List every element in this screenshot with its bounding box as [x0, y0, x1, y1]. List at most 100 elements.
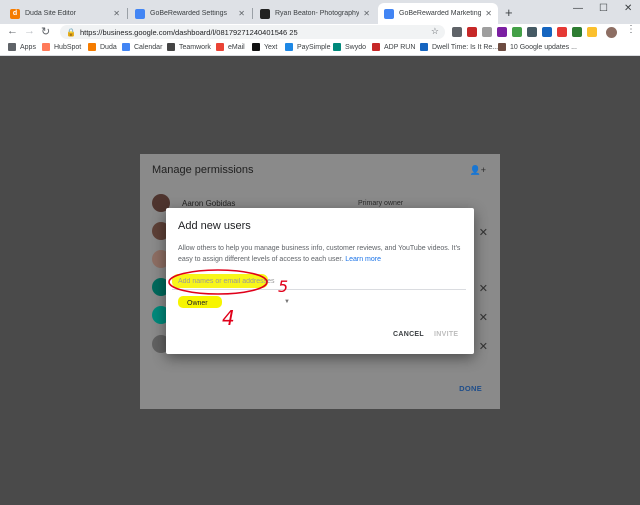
- bookmark-dwell-time[interactable]: Dwell Time: Is It Re...: [420, 43, 498, 51]
- bookmark-label: 10 Google updates ...: [510, 43, 577, 51]
- bookmark-adp-run[interactable]: ADP RUN: [372, 43, 415, 51]
- bookmark-email[interactable]: eMail: [216, 43, 245, 51]
- hubspot-icon: [42, 43, 50, 51]
- teamwork-icon: [167, 43, 175, 51]
- bookmark-label: ADP RUN: [384, 43, 416, 51]
- bookmark-label: Calendar: [134, 43, 163, 51]
- add-new-users-dialog: Add new users Allow others to help you m…: [166, 208, 474, 354]
- tab-photography[interactable]: Ryan Beaton- Photography - Tai ✕: [254, 3, 376, 24]
- close-icon[interactable]: ✕: [113, 9, 120, 18]
- duda-icon: d: [10, 8, 20, 19]
- tab-divider: [127, 8, 128, 19]
- extension-icon[interactable]: [497, 27, 507, 37]
- extension-icon[interactable]: [512, 27, 522, 37]
- bookmark-hubspot[interactable]: HubSpot: [42, 43, 81, 51]
- tab-title: GoBeRewarded Settings: [150, 10, 228, 17]
- close-icon[interactable]: ✕: [238, 9, 245, 18]
- back-icon[interactable]: ←: [7, 25, 18, 37]
- bookmark-apps[interactable]: Apps: [8, 43, 36, 51]
- role-value: Owner: [187, 299, 208, 307]
- invite-button[interactable]: INVITE: [434, 331, 458, 338]
- paysimple-icon: [285, 43, 293, 51]
- menu-icon[interactable]: ⋮: [626, 24, 636, 35]
- close-icon[interactable]: ✕: [485, 9, 492, 18]
- remove-user-icon[interactable]: ✕: [479, 282, 488, 295]
- bookmark-star-icon[interactable]: ☆: [431, 26, 439, 37]
- close-icon[interactable]: ✕: [363, 9, 370, 18]
- cancel-button[interactable]: CANCEL: [393, 331, 424, 338]
- calendar-icon: [122, 43, 130, 51]
- article-icon: [420, 43, 428, 51]
- add-person-icon[interactable]: 👤+: [470, 165, 486, 176]
- bookmark-label: eMail: [228, 43, 245, 51]
- bookmark-label: PaySimple: [297, 43, 331, 51]
- adp-icon: [372, 43, 380, 51]
- bookmark-paysimple[interactable]: PaySimple: [285, 43, 330, 51]
- bookmark-label: HubSpot: [54, 43, 82, 51]
- swydo-icon: [333, 43, 341, 51]
- duda-icon: [88, 43, 96, 51]
- yext-icon: [252, 43, 260, 51]
- names-email-input[interactable]: [172, 274, 466, 290]
- role-select[interactable]: Owner ▼: [178, 296, 290, 310]
- extension-icon[interactable]: [587, 27, 597, 37]
- bookmarks-bar: Apps HubSpot Duda Calendar Teamwork eMai…: [0, 40, 640, 56]
- photography-icon: [260, 8, 270, 19]
- extension-icon[interactable]: [527, 27, 537, 37]
- bookmark-label: Swydo: [345, 43, 367, 51]
- chevron-down-icon: ▼: [284, 299, 290, 305]
- extension-icon[interactable]: [572, 27, 582, 37]
- tab-title: Ryan Beaton- Photography - Tai: [275, 10, 360, 17]
- bookmark-teamwork[interactable]: Teamwork: [167, 43, 211, 51]
- bookmark-label: Dwell Time: Is It Re...: [432, 43, 499, 51]
- bookmark-yext[interactable]: Yext: [252, 43, 277, 51]
- browser-toolbar: ← → ↻ 🔒 https://business.google.com/dash…: [0, 24, 640, 40]
- learn-more-link[interactable]: Learn more: [345, 256, 381, 263]
- forward-icon[interactable]: →: [24, 25, 35, 37]
- page-backdrop: Manage permissions 👤+ Aaron Gobidas Prim…: [0, 57, 640, 505]
- tab-strip: d Duda Site Editor ✕ GoBeRewarded Settin…: [0, 0, 640, 24]
- google-my-business-icon: [384, 8, 394, 19]
- tab-settings[interactable]: GoBeRewarded Settings ✕: [129, 3, 251, 24]
- permissions-title: Manage permissions: [152, 164, 254, 176]
- tab-title: Duda Site Editor: [25, 10, 76, 17]
- profile-avatar[interactable]: [606, 27, 617, 38]
- url-text: https://business.google.com/dashboard/l/…: [79, 27, 298, 37]
- lock-icon: 🔒: [66, 27, 76, 37]
- article-icon: [498, 43, 506, 51]
- extension-icon[interactable]: [467, 27, 477, 37]
- bookmark-duda[interactable]: Duda: [88, 43, 117, 51]
- minimize-icon[interactable]: —: [573, 3, 583, 14]
- remove-user-icon[interactable]: ✕: [479, 226, 488, 239]
- owner-role: Primary owner: [358, 200, 404, 207]
- remove-user-icon[interactable]: ✕: [479, 311, 488, 324]
- extension-icon[interactable]: [557, 27, 567, 37]
- extension-icon[interactable]: [542, 27, 552, 37]
- description-text: Allow others to help you manage business…: [178, 245, 461, 263]
- remove-user-icon[interactable]: ✕: [479, 340, 488, 353]
- new-tab-button[interactable]: +: [505, 5, 513, 20]
- extension-icon[interactable]: [482, 27, 492, 37]
- bookmark-label: Duda: [100, 43, 117, 51]
- dialog-description: Allow others to help you manage business…: [178, 243, 466, 265]
- dialog-title: Add new users: [178, 220, 251, 232]
- bookmark-label: Yext: [264, 43, 278, 51]
- tab-duda[interactable]: d Duda Site Editor ✕: [4, 3, 126, 24]
- apps-grid-icon: [8, 43, 16, 51]
- done-button[interactable]: DONE: [459, 384, 482, 393]
- tab-marketing-agency[interactable]: GoBeRewarded Marketing Agenc ✕: [378, 3, 498, 24]
- reload-icon[interactable]: ↻: [41, 25, 50, 38]
- close-window-icon[interactable]: ✕: [624, 3, 632, 14]
- tab-title: GoBeRewarded Marketing Agenc: [399, 10, 482, 17]
- bookmark-label: Apps: [20, 43, 36, 51]
- bookmark-swydo[interactable]: Swydo: [333, 43, 366, 51]
- gmail-icon: [216, 43, 224, 51]
- owner-name: Aaron Gobidas: [182, 199, 236, 208]
- address-bar[interactable]: 🔒 https://business.google.com/dashboard/…: [60, 25, 445, 39]
- bookmark-label: Teamwork: [179, 43, 211, 51]
- bookmark-google-updates[interactable]: 10 Google updates ...: [498, 43, 577, 51]
- tab-divider: [252, 8, 253, 19]
- bookmark-calendar[interactable]: Calendar: [122, 43, 162, 51]
- extension-icon[interactable]: [452, 27, 462, 37]
- maximize-icon[interactable]: ☐: [599, 3, 608, 14]
